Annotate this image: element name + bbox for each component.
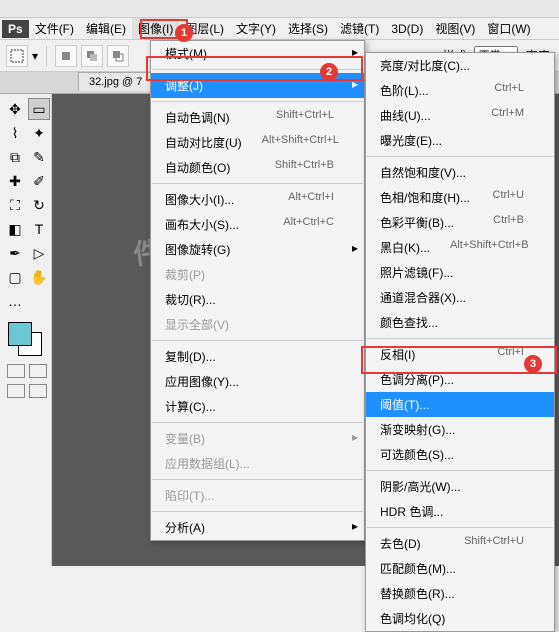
menu-window[interactable]: 窗口(W) (481, 18, 536, 39)
shape-tool-icon[interactable]: ▢ (4, 266, 26, 288)
mi-duplicate[interactable]: 复制(D)... (151, 344, 364, 369)
mi-hue-saturation[interactable]: 色相/饱和度(H)...Ctrl+U (366, 185, 554, 210)
mi-crop[interactable]: 裁剪(P) (151, 262, 364, 287)
menu-edit[interactable]: 编辑(E) (80, 18, 132, 39)
mi-equalize[interactable]: 色调均化(Q) (366, 606, 554, 631)
mi-datasets[interactable]: 应用数据组(L)... (151, 451, 364, 476)
crop-tool-icon[interactable]: ⧉ (4, 146, 26, 168)
mi-levels[interactable]: 色阶(L)...Ctrl+L (366, 78, 554, 103)
adjustments-submenu: 亮度/对比度(C)... 色阶(L)...Ctrl+L 曲线(U)...Ctrl… (365, 52, 555, 632)
mi-curves[interactable]: 曲线(U)...Ctrl+M (366, 103, 554, 128)
mi-auto-tone[interactable]: 自动色调(N)Shift+Ctrl+L (151, 105, 364, 130)
mi-mode[interactable]: 模式(M)▸ (151, 41, 364, 66)
path-select-icon[interactable]: ▷ (28, 242, 50, 264)
move-tool-icon[interactable]: ✥ (4, 98, 26, 120)
mi-canvas-size[interactable]: 画布大小(S)...Alt+Ctrl+C (151, 212, 364, 237)
screenmode-icons[interactable] (4, 384, 50, 398)
hand-tool-icon[interactable]: ✋ (28, 266, 50, 288)
brush-tool-icon[interactable]: ✐ (28, 170, 50, 192)
menu-layer[interactable]: 图层(L) (179, 18, 230, 39)
menu-file[interactable]: 文件(F) (29, 18, 80, 39)
mi-shadows-highlights[interactable]: 阴影/高光(W)... (366, 474, 554, 499)
color-swatch[interactable] (4, 322, 50, 358)
mi-color-lookup[interactable]: 颜色查找... (366, 310, 554, 335)
mi-photo-filter[interactable]: 照片滤镜(F)... (366, 260, 554, 285)
mi-brightness-contrast[interactable]: 亮度/对比度(C)... (366, 53, 554, 78)
mi-invert[interactable]: 反相(I)Ctrl+I (366, 342, 554, 367)
mi-threshold[interactable]: 阈值(T)... (366, 392, 554, 417)
menu-type[interactable]: 文字(Y) (230, 18, 282, 39)
mi-auto-contrast[interactable]: 自动对比度(U)Alt+Shift+Ctrl+L (151, 130, 364, 155)
mi-trim[interactable]: 裁切(R)... (151, 287, 364, 312)
toolbox: ✥ ▭ ⌇ ✦ ⧉ ✎ ✚ ✐ ⛶ ↻ ◧ T ✒ ▷ ▢ ✋ … (0, 94, 52, 566)
stamp-tool-icon[interactable]: ⛶ (4, 194, 26, 216)
mi-color-balance[interactable]: 色彩平衡(B)...Ctrl+B (366, 210, 554, 235)
lasso-tool-icon[interactable]: ⌇ (4, 122, 26, 144)
mi-image-rotation[interactable]: 图像旋转(G)▸ (151, 237, 364, 262)
type-tool-icon[interactable]: T (28, 218, 50, 240)
quickmask-icons[interactable] (4, 364, 50, 378)
mi-calculations[interactable]: 计算(C)... (151, 394, 364, 419)
mi-reveal-all[interactable]: 显示全部(V) (151, 312, 364, 337)
mi-hdr-toning[interactable]: HDR 色调... (366, 499, 554, 524)
mi-apply-image[interactable]: 应用图像(Y)... (151, 369, 364, 394)
mi-selective-color[interactable]: 可选颜色(S)... (366, 442, 554, 467)
opt-btn-3[interactable] (107, 45, 129, 67)
zoom-tool-icon[interactable]: … (4, 290, 26, 312)
mi-posterize[interactable]: 色调分离(P)... (366, 367, 554, 392)
history-brush-icon[interactable]: ↻ (28, 194, 50, 216)
opt-btn-2[interactable] (81, 45, 103, 67)
menu-select[interactable]: 选择(S) (282, 18, 334, 39)
mi-desaturate[interactable]: 去色(D)Shift+Ctrl+U (366, 531, 554, 556)
chevron-down-icon[interactable]: ▾ (32, 49, 38, 63)
marquee-icon[interactable] (6, 45, 28, 67)
mi-channel-mixer[interactable]: 通道混合器(X)... (366, 285, 554, 310)
mi-black-white[interactable]: 黑白(K)...Alt+Shift+Ctrl+B (366, 235, 554, 260)
fg-color[interactable] (8, 322, 32, 346)
mi-replace-color[interactable]: 替换颜色(R)... (366, 581, 554, 606)
mi-exposure[interactable]: 曝光度(E)... (366, 128, 554, 153)
pen-tool-icon[interactable]: ✒ (4, 242, 26, 264)
wand-tool-icon[interactable]: ✦ (28, 122, 50, 144)
menu-filter[interactable]: 滤镜(T) (334, 18, 385, 39)
mi-trap[interactable]: 陷印(T)... (151, 483, 364, 508)
heal-tool-icon[interactable]: ✚ (4, 170, 26, 192)
mi-analysis[interactable]: 分析(A)▸ (151, 515, 364, 540)
tab-document[interactable]: 32.jpg @ 7 (78, 72, 153, 91)
ps-logo: Ps (2, 20, 29, 38)
menu-image[interactable]: 图像(I) (132, 18, 179, 39)
marquee-tool-icon[interactable]: ▭ (28, 98, 50, 120)
image-menu: 模式(M)▸ 调整(J)▸ 自动色调(N)Shift+Ctrl+L 自动对比度(… (150, 40, 365, 541)
mi-match-color[interactable]: 匹配颜色(M)... (366, 556, 554, 581)
eyedropper-tool-icon[interactable]: ✎ (28, 146, 50, 168)
eraser-tool-icon[interactable]: ◧ (4, 218, 26, 240)
mi-vibrance[interactable]: 自然饱和度(V)... (366, 160, 554, 185)
menu-view[interactable]: 视图(V) (429, 18, 481, 39)
mi-auto-color[interactable]: 自动颜色(O)Shift+Ctrl+B (151, 155, 364, 180)
menubar: Ps 文件(F) 编辑(E) 图像(I) 图层(L) 文字(Y) 选择(S) 滤… (0, 18, 559, 40)
mi-gradient-map[interactable]: 渐变映射(G)... (366, 417, 554, 442)
mi-variables[interactable]: 变量(B)▸ (151, 426, 364, 451)
mi-image-size[interactable]: 图像大小(I)...Alt+Ctrl+I (151, 187, 364, 212)
opt-btn-1[interactable] (55, 45, 77, 67)
menu-3d[interactable]: 3D(D) (385, 20, 429, 38)
mi-adjustments[interactable]: 调整(J)▸ (151, 73, 364, 98)
